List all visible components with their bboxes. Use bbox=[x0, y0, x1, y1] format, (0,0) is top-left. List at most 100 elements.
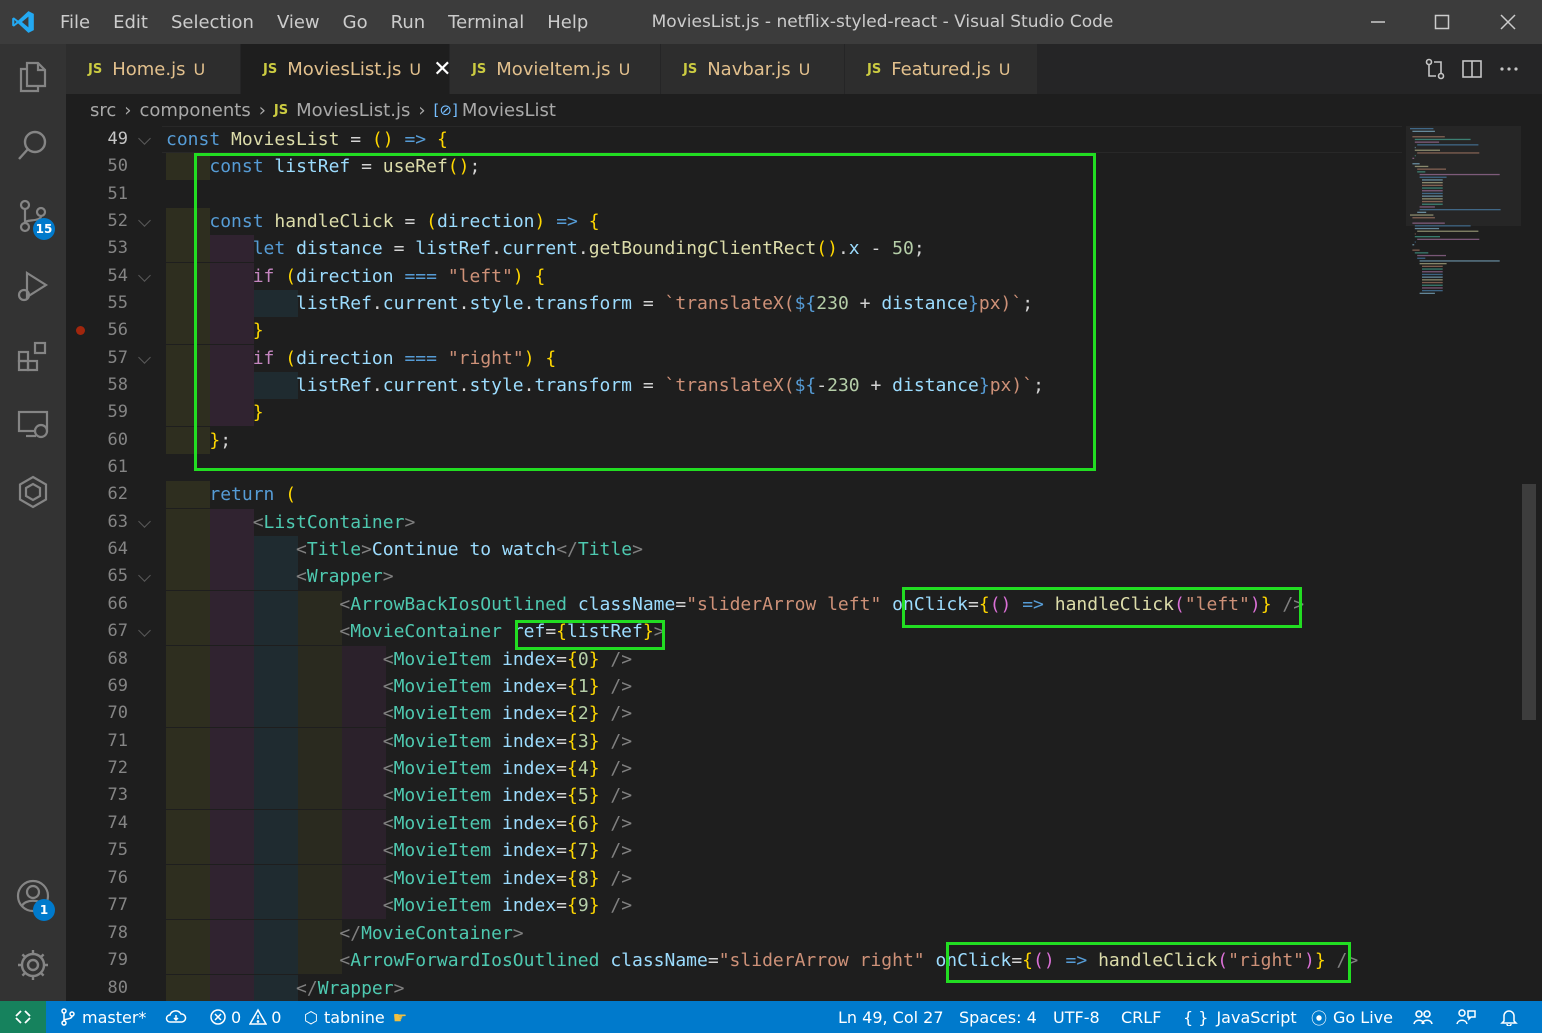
code-line[interactable]: 64 <Title>Continue to watch</Title> bbox=[66, 536, 1401, 563]
remote-explorer-icon bbox=[17, 410, 49, 439]
menu-run[interactable]: Run bbox=[391, 12, 426, 33]
breadcrumb-src[interactable]: src bbox=[90, 100, 116, 121]
minimap-line bbox=[1410, 214, 1434, 216]
minimap-line bbox=[1414, 141, 1440, 143]
open-changes-button[interactable] bbox=[1416, 44, 1454, 94]
vertical-scrollbar[interactable] bbox=[1522, 484, 1536, 720]
fold-chevron-icon[interactable] bbox=[138, 132, 151, 145]
minimap-line bbox=[1414, 227, 1440, 230]
menu-view[interactable]: View bbox=[277, 12, 320, 33]
code-line[interactable]: 75 <MovieItem index={7} /> bbox=[66, 837, 1401, 864]
menu-edit[interactable]: Edit bbox=[113, 12, 148, 33]
code-line[interactable]: 70 <MovieItem index={2} /> bbox=[66, 700, 1401, 727]
breadcrumb-file[interactable]: MoviesList.js bbox=[296, 100, 410, 121]
branch-indicator[interactable]: master* bbox=[60, 1001, 146, 1033]
language-mode[interactable]: { } JavaScript bbox=[1183, 1001, 1297, 1033]
tabnine-status[interactable]: ⬡ tabnine ☛ bbox=[304, 1001, 407, 1033]
cloud-sync-icon bbox=[165, 1010, 187, 1023]
untracked-status: U bbox=[998, 59, 1011, 79]
live-share-button[interactable] bbox=[1412, 1001, 1434, 1033]
tab-home-js[interactable]: JS Home.js U bbox=[66, 44, 241, 94]
gear-icon bbox=[18, 950, 48, 980]
breadcrumb-components[interactable]: components bbox=[139, 100, 250, 121]
code-line[interactable]: 77 <MovieItem index={9} /> bbox=[66, 892, 1401, 919]
feedback-button[interactable] bbox=[1456, 1001, 1476, 1033]
fold-chevron-icon[interactable] bbox=[138, 214, 151, 227]
line-number: 74 bbox=[107, 813, 128, 833]
fold-chevron-icon[interactable] bbox=[138, 515, 151, 528]
menu-terminal[interactable]: Terminal bbox=[448, 12, 524, 33]
minimize-button[interactable] bbox=[1348, 0, 1408, 44]
close-window-button[interactable] bbox=[1478, 0, 1538, 44]
manage-button[interactable] bbox=[0, 935, 66, 995]
tabnine-button[interactable] bbox=[0, 462, 66, 522]
code-line[interactable]: 74 <MovieItem index={6} /> bbox=[66, 810, 1401, 837]
minimap-line bbox=[1422, 192, 1443, 195]
menu-help[interactable]: Help bbox=[547, 12, 588, 33]
more-actions-button[interactable] bbox=[1490, 44, 1528, 94]
code-line[interactable]: 69 <MovieItem index={1} /> bbox=[66, 673, 1401, 700]
menu-file[interactable]: File bbox=[60, 12, 90, 33]
cursor-position[interactable]: Ln 49, Col 27 bbox=[838, 1001, 944, 1033]
notifications-button[interactable] bbox=[1500, 1001, 1518, 1033]
maximize-button[interactable] bbox=[1412, 0, 1472, 44]
minimap[interactable] bbox=[1406, 126, 1521, 326]
fold-chevron-icon[interactable] bbox=[138, 269, 151, 282]
explorer-button[interactable] bbox=[0, 47, 66, 107]
accounts-button[interactable]: 1 bbox=[0, 866, 66, 926]
sync-button[interactable] bbox=[165, 1001, 187, 1033]
problems-indicator[interactable]: 0 0 bbox=[209, 1001, 281, 1033]
minimap-line bbox=[1422, 265, 1443, 267]
minimap-line bbox=[1417, 257, 1426, 259]
minimap-viewport[interactable] bbox=[1406, 126, 1521, 226]
tab-movieitem-js[interactable]: JS MovieItem.js U bbox=[450, 44, 661, 94]
line-ending[interactable]: CRLF bbox=[1121, 1001, 1161, 1033]
tab-navbar-js[interactable]: JS Navbar.js U bbox=[661, 44, 845, 94]
go-live-button[interactable]: ⦿ Go Live bbox=[1311, 1001, 1393, 1033]
close-tab-icon[interactable]: ✕ bbox=[433, 57, 451, 82]
code-line[interactable]: 49 const MoviesList = () => { bbox=[66, 126, 1402, 153]
fold-chevron-icon[interactable] bbox=[138, 569, 151, 582]
line-number: 52 bbox=[107, 211, 128, 231]
code-text: const MoviesList = () => { bbox=[166, 129, 448, 150]
untracked-status: U bbox=[409, 59, 422, 79]
minimap-line bbox=[1422, 279, 1443, 281]
fold-chevron-icon[interactable] bbox=[138, 624, 151, 637]
minimap-line bbox=[1422, 198, 1443, 200]
breadcrumb-symbol[interactable]: MoviesList bbox=[462, 100, 556, 121]
code-line[interactable]: 71 <MovieItem index={3} /> bbox=[66, 728, 1401, 755]
source-control-button[interactable]: 15 bbox=[0, 186, 66, 246]
code-line[interactable]: 68 <MovieItem index={0} /> bbox=[66, 646, 1401, 673]
code-text: <MovieItem index={2} /> bbox=[382, 703, 633, 724]
remote-button[interactable] bbox=[0, 1001, 46, 1033]
indentation[interactable]: Spaces: 4 bbox=[959, 1001, 1037, 1033]
tabnine-icon: ⬡ bbox=[304, 1007, 318, 1027]
untracked-status: U bbox=[618, 59, 631, 79]
code-line[interactable]: 73 <MovieItem index={5} /> bbox=[66, 782, 1401, 809]
search-button[interactable] bbox=[0, 116, 66, 176]
untracked-status: U bbox=[193, 59, 206, 79]
menu-selection[interactable]: Selection bbox=[171, 12, 254, 33]
fold-chevron-icon[interactable] bbox=[138, 351, 151, 364]
remote-explorer-button[interactable] bbox=[0, 394, 66, 454]
branch-name: master* bbox=[82, 1007, 147, 1027]
minimap-line bbox=[1419, 292, 1435, 294]
broadcast-icon: ⦿ bbox=[1311, 1009, 1328, 1028]
code-line[interactable]: 62 return ( bbox=[66, 481, 1401, 508]
extensions-button[interactable] bbox=[0, 326, 66, 386]
encoding[interactable]: UTF-8 bbox=[1053, 1001, 1100, 1033]
split-editor-button[interactable] bbox=[1453, 44, 1491, 94]
symbol-variable-icon: [⊘] bbox=[433, 101, 458, 119]
code-editor[interactable]: 49 const MoviesList = () => {50 const lis… bbox=[66, 126, 1542, 1001]
code-line[interactable]: 65 <Wrapper> bbox=[66, 563, 1401, 590]
menu-go[interactable]: Go bbox=[343, 12, 368, 33]
code-line[interactable]: 76 <MovieItem index={8} /> bbox=[66, 865, 1401, 892]
tab-movieslist-js[interactable]: JS MoviesList.js U ✕ bbox=[241, 44, 452, 94]
minimap-line bbox=[1422, 273, 1443, 276]
code-text: <MovieItem index={7} /> bbox=[382, 840, 633, 861]
run-debug-button[interactable] bbox=[0, 256, 66, 316]
tab-featured-js[interactable]: JS Featured.js U bbox=[845, 44, 1038, 94]
code-line[interactable]: 72 <MovieItem index={4} /> bbox=[66, 755, 1401, 782]
minimap-line bbox=[1419, 263, 1447, 265]
code-line[interactable]: 63 <ListContainer> bbox=[66, 509, 1401, 536]
